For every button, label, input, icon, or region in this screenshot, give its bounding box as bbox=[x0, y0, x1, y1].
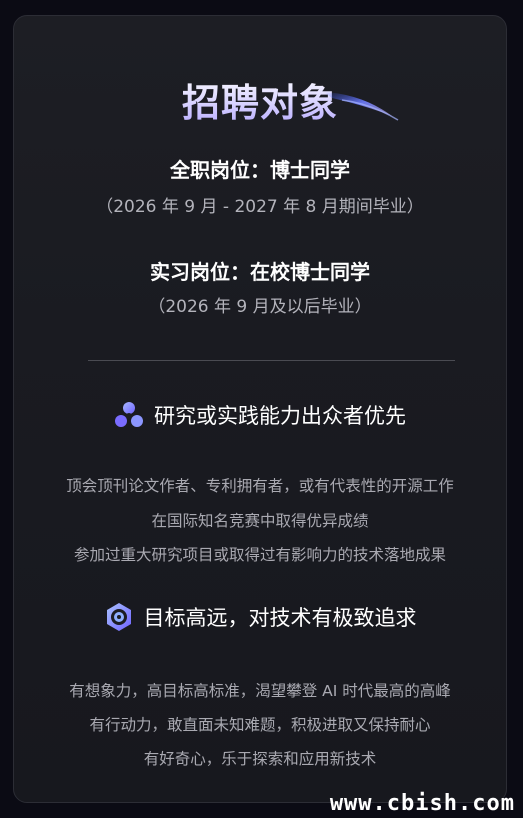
fulltime-position-label: 全职岗位：博士同学 bbox=[170, 158, 350, 182]
intern-position-label: 实习岗位：在校博士同学 bbox=[150, 260, 370, 284]
page-title: 招聘对象 bbox=[182, 72, 338, 127]
research-line-1: 顶会顶刊论文作者、专利拥有者，或有代表性的开源工作 bbox=[66, 477, 454, 495]
ambition-line-3: 有好奇心，乐于探索和应用新技术 bbox=[143, 750, 377, 768]
section-research-heading: 研究或实践能力出众者优先 bbox=[14, 400, 506, 430]
intern-graduation-note: （2026 年 9 月及以后毕业） bbox=[148, 297, 372, 317]
research-line-3: 参加过重大研究项目或取得过有影响力的技术落地成果 bbox=[73, 546, 446, 564]
section-ambition-title: 目标高远，对技术有极致追求 bbox=[143, 606, 417, 630]
section-research-title: 研究或实践能力出众者优先 bbox=[154, 404, 406, 428]
watermark: www.cbish.com bbox=[329, 791, 515, 816]
section-ambition-heading: 目标高远，对技术有极致追求 bbox=[14, 602, 506, 632]
ambition-line-2: 有行动力，敢直面未知难题，积极进取又保持耐心 bbox=[89, 716, 431, 734]
ambition-line-1: 有想象力，高目标高标准，渴望攀登 AI 时代最高的高峰 bbox=[69, 682, 451, 700]
swoosh-decoration-icon bbox=[324, 92, 399, 121]
title-wrap: 招聘对象 bbox=[14, 72, 506, 127]
section-divider bbox=[88, 360, 455, 361]
triangle-nodes-icon bbox=[114, 400, 144, 430]
recruitment-card: 招聘对象 全职岗位：博士同学 （2026 年 9 月 - 2027 年 8 月期… bbox=[13, 15, 507, 803]
target-icon bbox=[104, 602, 134, 632]
fulltime-graduation-note: （2026 年 9 月 - 2027 年 8 月期间毕业） bbox=[96, 197, 424, 217]
research-line-2: 在国际知名竞赛中取得优异成绩 bbox=[151, 512, 369, 530]
